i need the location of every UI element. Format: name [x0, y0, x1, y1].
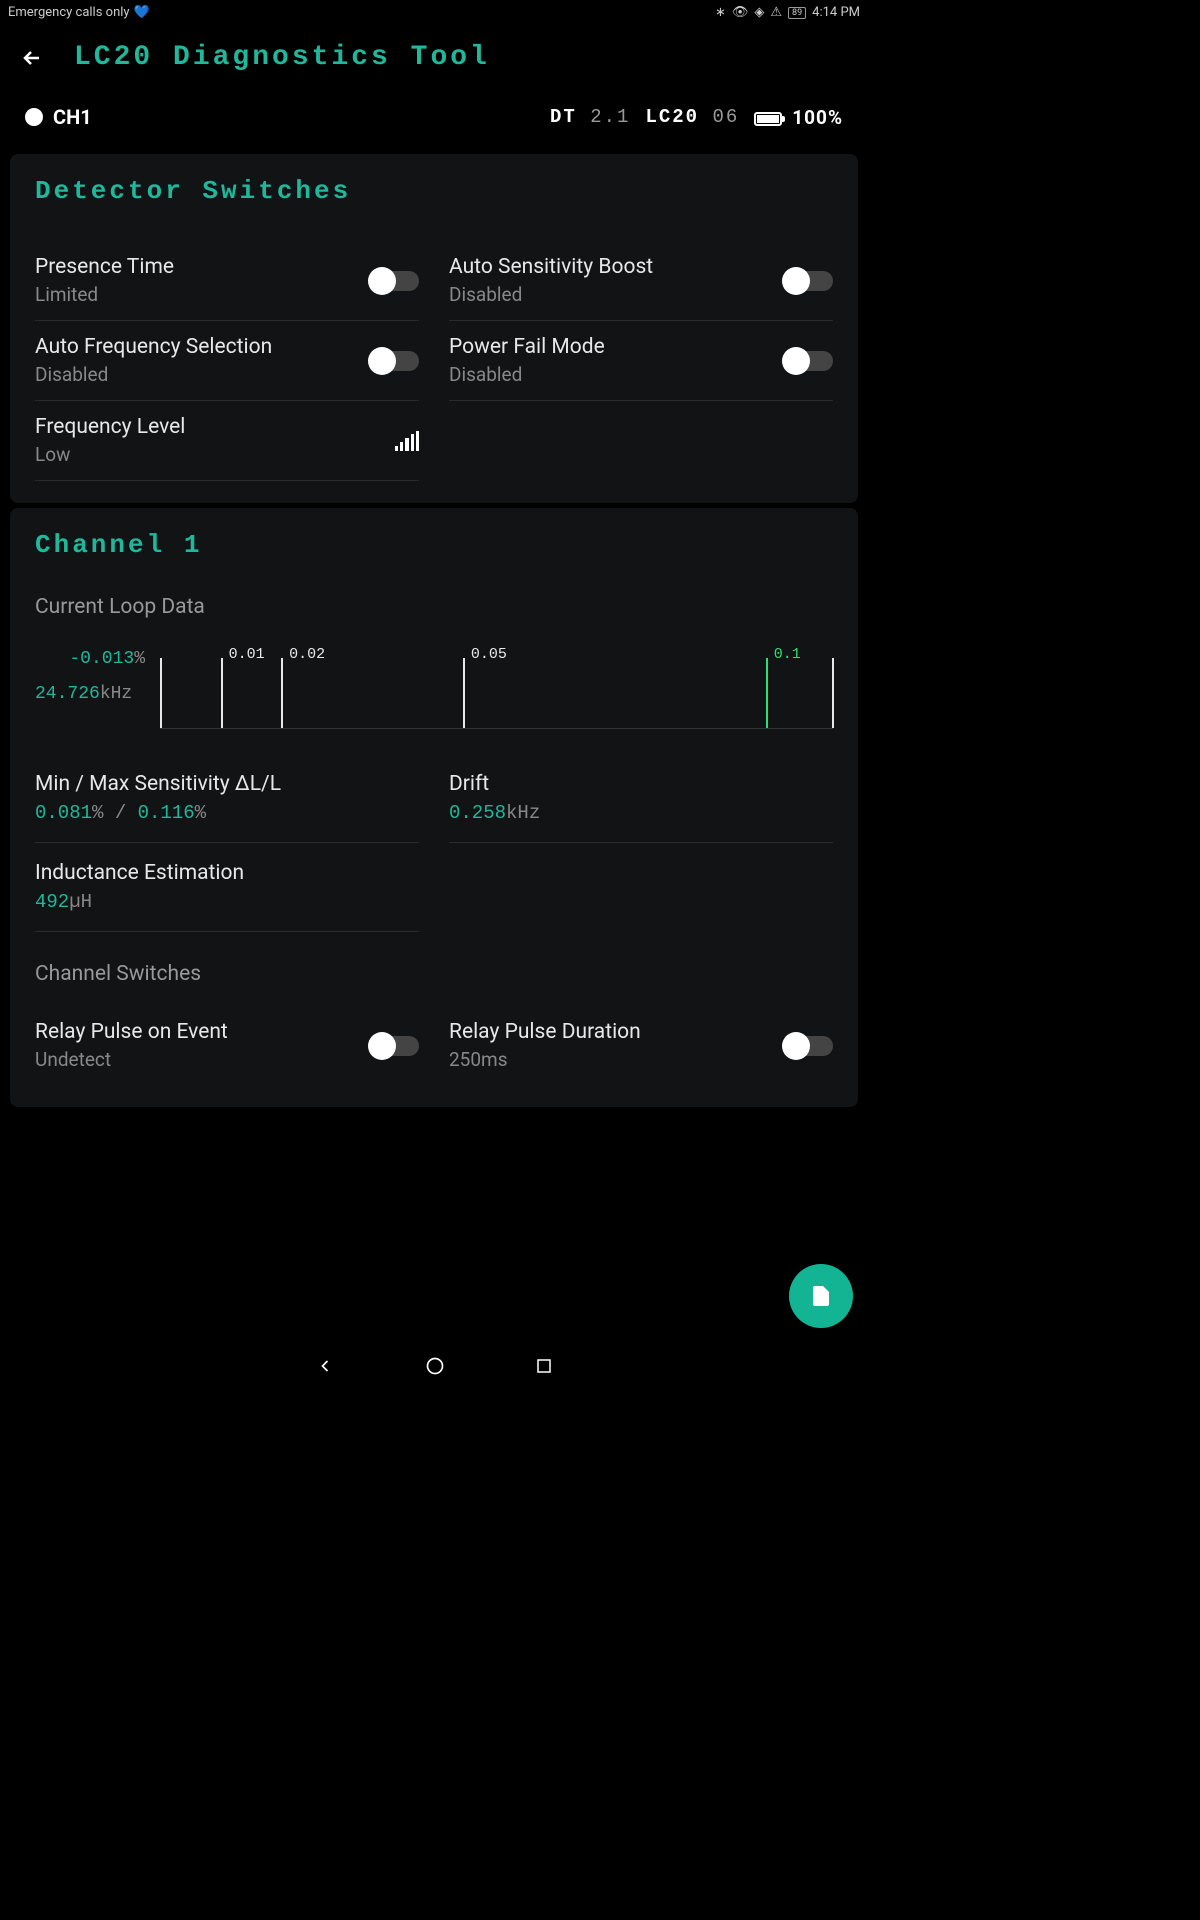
loop-data-title: Current Loop Data	[35, 595, 833, 619]
relay-pulse-event-label: Relay Pulse on Event	[35, 1020, 228, 1044]
inductance-row: Inductance Estimation 492µH	[35, 843, 419, 932]
auto-sensitivity-value: Disabled	[449, 283, 653, 306]
device-battery: 100%	[754, 106, 843, 129]
loop-chart: -0.013% 24.726kHz 0.010.020.050.1	[35, 644, 833, 729]
info-bar: CH1 DT 2.1 LC20 06 100%	[0, 90, 868, 149]
bluetooth-icon: ∗	[715, 5, 726, 20]
channel-1-card: Channel 1 Current Loop Data -0.013% 24.7…	[10, 508, 858, 1107]
channel-dot-icon	[25, 108, 43, 126]
sensitivity-row: Min / Max Sensitivity ΔL/L 0.081% / 0.11…	[35, 754, 419, 843]
dt-info: DT 2.1	[550, 106, 630, 128]
auto-frequency-value: Disabled	[35, 363, 272, 386]
battery-icon	[754, 112, 782, 126]
eye-icon: 👁	[732, 5, 749, 20]
signal-strength-icon	[395, 431, 419, 451]
auto-frequency-row[interactable]: Auto Frequency Selection Disabled	[35, 321, 419, 401]
loop-readings: -0.013% 24.726kHz	[35, 644, 145, 729]
relay-pulse-duration-row[interactable]: Relay Pulse Duration 250ms	[449, 1006, 833, 1085]
relay-pulse-duration-value: 250ms	[449, 1048, 641, 1071]
sensitivity-label: Min / Max Sensitivity ΔL/L	[35, 772, 419, 796]
frequency-level-row[interactable]: Frequency Level Low	[35, 401, 419, 481]
frequency-level-label: Frequency Level	[35, 415, 185, 439]
nav-back-icon[interactable]	[315, 1356, 335, 1376]
presence-time-toggle[interactable]	[371, 271, 419, 291]
page-title: LC20 Diagnostics Tool	[74, 42, 490, 73]
relay-pulse-event-toggle[interactable]	[371, 1036, 419, 1056]
channel-switches-title: Channel Switches	[35, 962, 833, 986]
power-fail-value: Disabled	[449, 363, 605, 386]
power-fail-label: Power Fail Mode	[449, 335, 605, 359]
loop-freq-reading: 24.726kHz	[35, 684, 145, 704]
auto-sensitivity-label: Auto Sensitivity Boost	[449, 255, 653, 279]
alert-icon: ⚠	[770, 5, 782, 20]
inductance-value: 492µH	[35, 891, 419, 913]
loop-chart-scale: 0.010.020.050.1	[160, 644, 833, 729]
heart-icon: 💙	[134, 5, 150, 20]
detector-switches-card: Detector Switches Presence Time Limited …	[10, 154, 858, 503]
channel-indicator[interactable]: CH1	[25, 105, 92, 129]
presence-time-value: Limited	[35, 283, 174, 306]
relay-pulse-duration-label: Relay Pulse Duration	[449, 1020, 641, 1044]
network-status: Emergency calls only	[8, 5, 130, 20]
battery-pct-icon: 89	[788, 7, 806, 19]
relay-pulse-event-value: Undetect	[35, 1048, 228, 1071]
clock: 4:14 PM	[812, 5, 860, 20]
frequency-level-value: Low	[35, 443, 185, 466]
power-fail-row[interactable]: Power Fail Mode Disabled	[449, 321, 833, 401]
auto-frequency-toggle[interactable]	[371, 351, 419, 371]
drift-row: Drift 0.258kHz	[449, 754, 833, 843]
android-nav-bar	[0, 1343, 868, 1388]
channel-label: CH1	[53, 105, 92, 129]
sensitivity-value: 0.081% / 0.116%	[35, 802, 419, 824]
nav-recent-icon[interactable]	[535, 1357, 553, 1375]
lc20-info: LC20 06	[645, 106, 739, 128]
fab-document-button[interactable]	[789, 1264, 853, 1328]
battery-pct: 100%	[792, 106, 843, 129]
status-left: Emergency calls only 💙	[8, 5, 150, 20]
auto-frequency-label: Auto Frequency Selection	[35, 335, 272, 359]
relay-pulse-duration-toggle[interactable]	[785, 1036, 833, 1056]
drift-value: 0.258kHz	[449, 802, 833, 824]
inductance-label: Inductance Estimation	[35, 861, 419, 885]
status-right: ∗ 👁 ◈ ⚠ 89 4:14 PM	[715, 5, 860, 20]
channel-1-title: Channel 1	[35, 530, 833, 560]
document-icon	[809, 1284, 833, 1308]
nav-home-icon[interactable]	[425, 1356, 445, 1376]
wifi-icon: ◈	[754, 5, 764, 20]
auto-sensitivity-toggle[interactable]	[785, 271, 833, 291]
power-fail-toggle[interactable]	[785, 351, 833, 371]
detector-switches-title: Detector Switches	[35, 176, 833, 206]
back-button[interactable]	[20, 46, 44, 70]
loop-pct-reading: -0.013%	[35, 649, 145, 669]
presence-time-row[interactable]: Presence Time Limited	[35, 241, 419, 321]
presence-time-label: Presence Time	[35, 255, 174, 279]
drift-label: Drift	[449, 772, 833, 796]
android-status-bar: Emergency calls only 💙 ∗ 👁 ◈ ⚠ 89 4:14 P…	[0, 0, 868, 25]
app-header: LC20 Diagnostics Tool	[0, 25, 868, 90]
relay-pulse-event-row[interactable]: Relay Pulse on Event Undetect	[35, 1006, 419, 1085]
auto-sensitivity-row[interactable]: Auto Sensitivity Boost Disabled	[449, 241, 833, 321]
